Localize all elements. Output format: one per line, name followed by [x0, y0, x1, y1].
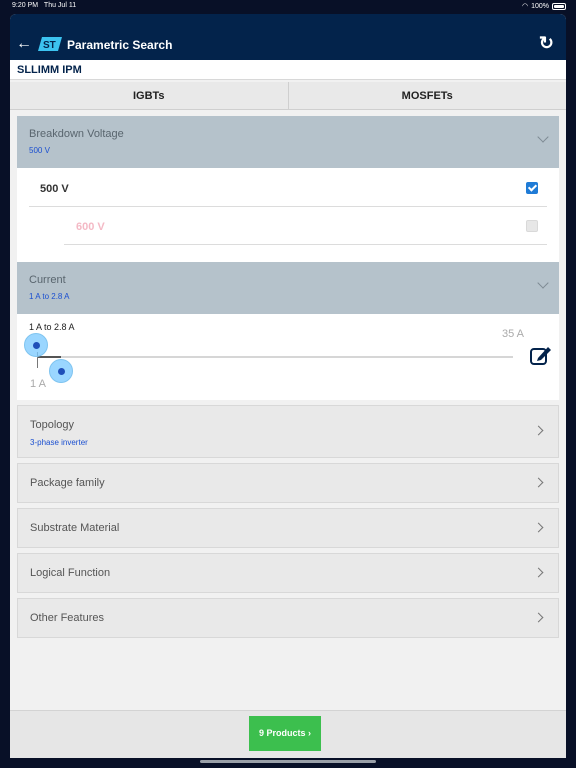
- breakdown-voltage-label: Breakdown Voltage: [29, 128, 124, 140]
- chevron-right-icon: [533, 522, 544, 533]
- breakdown-voltage-options: 500 V 600 V: [17, 168, 559, 262]
- svg-text:ST: ST: [43, 40, 56, 51]
- package-family-filter[interactable]: Package family: [17, 463, 559, 503]
- logical-function-filter[interactable]: Logical Function: [17, 553, 559, 593]
- breakdown-voltage-value: 500 V: [29, 146, 50, 155]
- chevron-right-icon: [533, 612, 544, 623]
- edit-icon[interactable]: [529, 344, 553, 366]
- topology-label: Topology: [30, 419, 75, 431]
- status-bar: 9:20 PM Thu Jul 11 ◠ 100%: [0, 0, 576, 14]
- category-title: SLLIMM IPM: [17, 64, 82, 76]
- slider-track-fill: [37, 356, 61, 358]
- option-500v[interactable]: 500 V: [29, 170, 547, 207]
- package-family-label: Package family: [30, 477, 105, 489]
- tab-mosfets[interactable]: MOSFETs: [289, 82, 567, 109]
- current-label: Current: [29, 274, 66, 286]
- checkbox-checked-icon[interactable]: [526, 182, 538, 194]
- chevron-right-icon: [533, 567, 544, 578]
- app-window: ← ST Parametric Search ↻ SLLIMM IPM IGBT…: [10, 14, 566, 758]
- current-slider: 1 A to 2.8 A 35 A 1 A: [17, 314, 559, 400]
- top-bar: ← ST Parametric Search ↻: [10, 14, 566, 60]
- status-time: 9:20 PM Thu Jul 11: [12, 2, 77, 9]
- slider-min-label: 1 A: [30, 378, 46, 390]
- current-header[interactable]: Current 1 A to 2.8 A: [17, 262, 559, 314]
- slider-range-text: 1 A to 2.8 A: [29, 322, 75, 332]
- chevron-right-icon: [533, 425, 544, 436]
- chevron-right-icon: ›: [308, 728, 312, 738]
- products-button-label: 9 Products: [258, 728, 306, 738]
- other-features-label: Other Features: [30, 612, 104, 624]
- chevron-right-icon: [533, 477, 544, 488]
- footer-bar: 9 Products ›: [10, 710, 566, 758]
- arrow-left-icon[interactable]: ←: [16, 36, 32, 52]
- topology-filter[interactable]: Topology 3-phase inverter: [17, 405, 559, 458]
- current-value: 1 A to 2.8 A: [29, 292, 70, 301]
- tab-igbts[interactable]: IGBTs: [10, 82, 289, 109]
- chevron-down-icon: [537, 131, 549, 143]
- screen: 9:20 PM Thu Jul 11 ◠ 100% ← ST Parametri…: [0, 0, 576, 768]
- slider-max-handle[interactable]: [49, 359, 73, 383]
- wifi-icon: ◠: [521, 3, 529, 10]
- option-label: 600 V: [76, 221, 105, 233]
- other-features-filter[interactable]: Other Features: [17, 598, 559, 638]
- slider-min-handle[interactable]: [24, 333, 48, 357]
- slider-track[interactable]: [37, 356, 513, 358]
- breakdown-voltage-header[interactable]: Breakdown Voltage 500 V: [17, 116, 559, 168]
- status-right: ◠ 100%: [522, 2, 566, 10]
- battery-percent: 100%: [531, 2, 549, 10]
- option-label: 500 V: [40, 183, 69, 195]
- substrate-material-label: Substrate Material: [30, 522, 120, 534]
- filter-list: Breakdown Voltage 500 V 500 V 600 V Curr…: [17, 116, 559, 638]
- st-logo: ST: [38, 37, 62, 51]
- checkbox-unchecked-icon[interactable]: [526, 220, 538, 232]
- topology-value: 3-phase inverter: [30, 438, 88, 447]
- tab-bar: IGBTs MOSFETs: [10, 82, 566, 110]
- substrate-material-filter[interactable]: Substrate Material: [17, 508, 559, 548]
- category-header: SLLIMM IPM: [10, 60, 566, 80]
- battery-icon: [552, 2, 566, 10]
- page-title: Parametric Search: [67, 38, 173, 52]
- slider-max-label: 35 A: [502, 328, 525, 340]
- refresh-icon[interactable]: ↻: [539, 34, 554, 52]
- view-products-button[interactable]: 9 Products ›: [249, 716, 321, 751]
- logical-function-label: Logical Function: [30, 567, 111, 579]
- chevron-down-icon: [537, 277, 549, 289]
- option-600v[interactable]: 600 V: [64, 208, 547, 245]
- home-indicator: [200, 760, 376, 763]
